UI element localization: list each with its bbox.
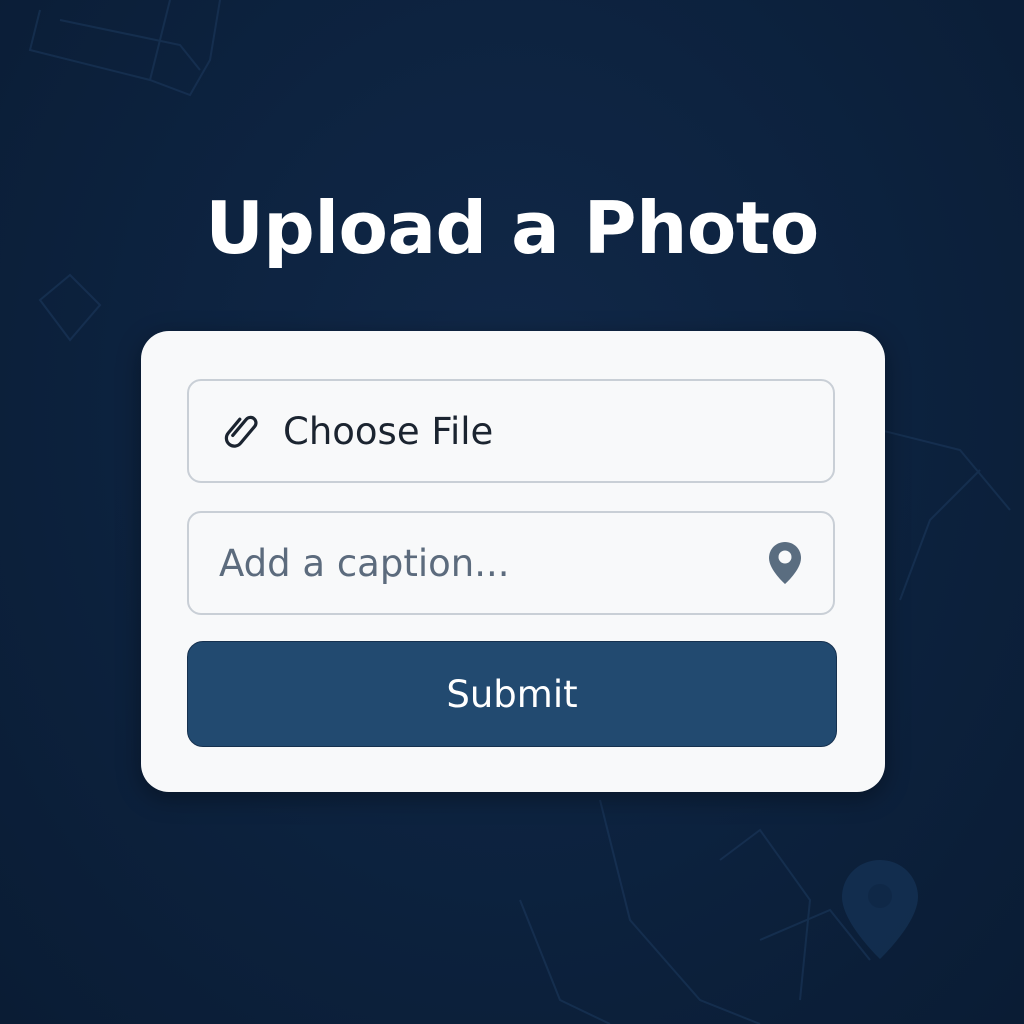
submit-button[interactable]: Submit	[187, 641, 837, 747]
page-title: Upload a Photo	[205, 186, 819, 270]
location-pin-icon[interactable]	[765, 539, 805, 587]
caption-field	[187, 511, 835, 615]
choose-file-button[interactable]: Choose File	[187, 379, 835, 483]
choose-file-label: Choose File	[283, 409, 494, 453]
background-pin-icon	[842, 860, 918, 959]
caption-input[interactable]	[219, 533, 755, 593]
upload-form-card: Choose File Submit	[141, 331, 885, 792]
paperclip-icon	[219, 407, 267, 455]
